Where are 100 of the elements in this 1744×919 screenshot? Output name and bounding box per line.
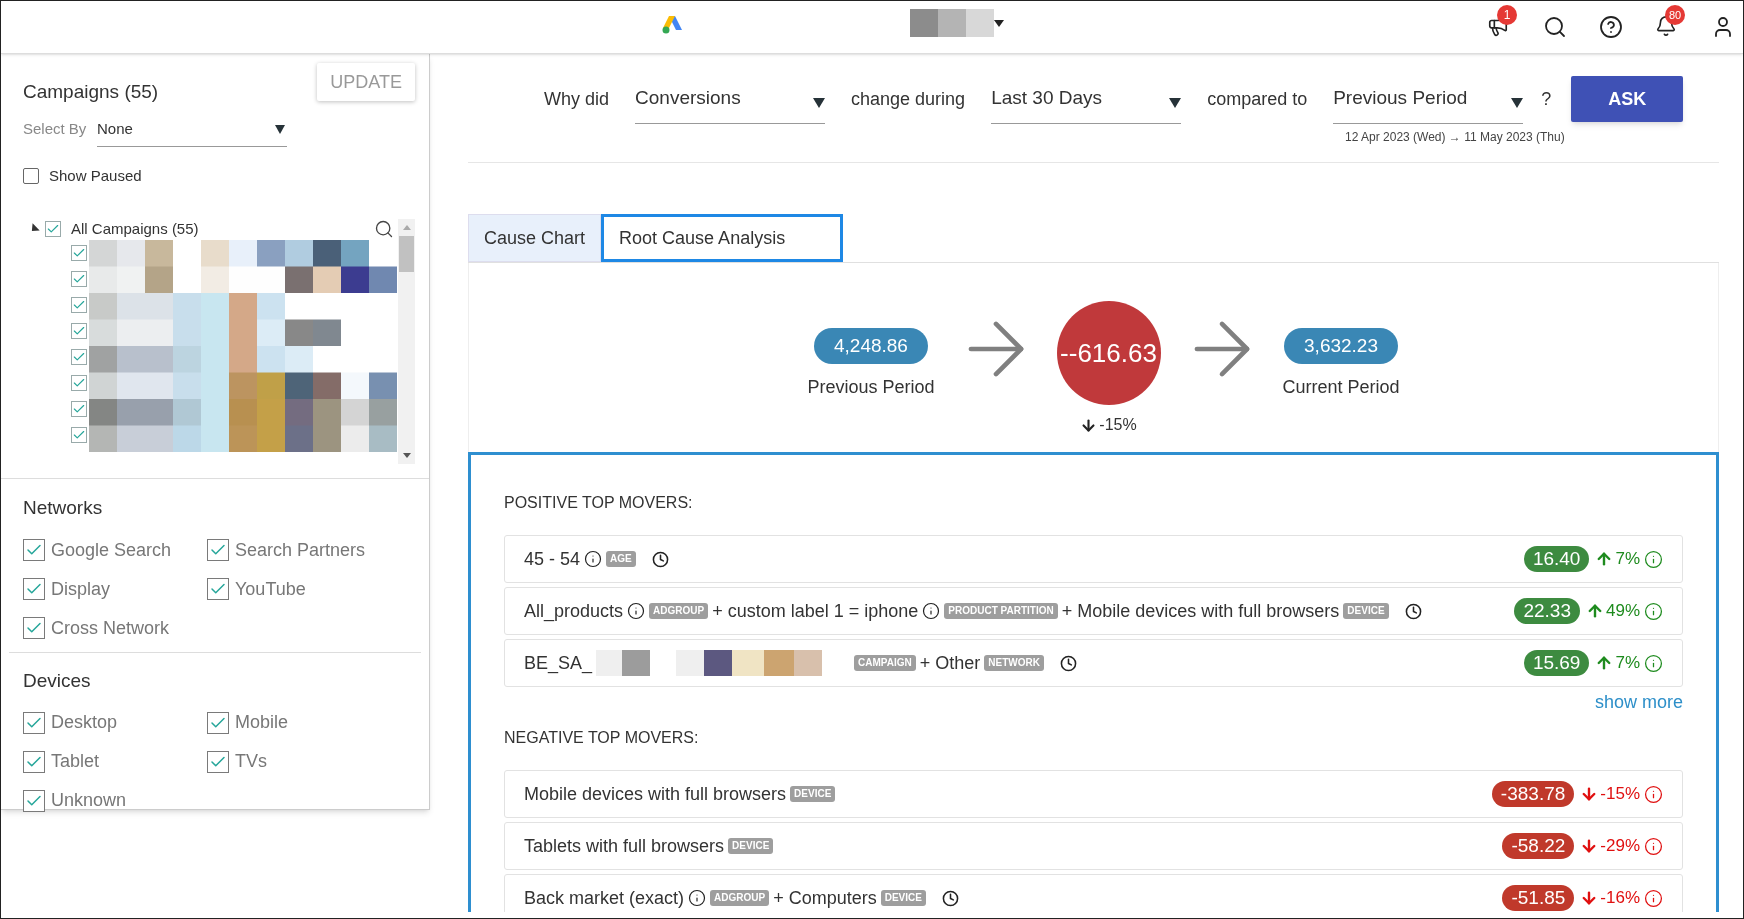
option-label: Search Partners bbox=[235, 538, 366, 562]
checkmark-icon bbox=[72, 376, 86, 390]
logo-icon bbox=[662, 14, 684, 34]
section-title: NEGATIVE TOP MOVERS: bbox=[504, 728, 700, 748]
metric-dropdown[interactable]: Conversions bbox=[635, 74, 826, 124]
checkbox[interactable] bbox=[207, 711, 229, 734]
tree-item[interactable]: All Campaigns (55) bbox=[71, 217, 199, 241]
checkbox[interactable] bbox=[71, 349, 87, 365]
segment-text: + Mobile devices with full browsers bbox=[1061, 599, 1340, 623]
tag: NETWORK bbox=[984, 655, 1044, 671]
checkmark-icon bbox=[72, 272, 86, 286]
checkbox[interactable] bbox=[45, 221, 61, 237]
checkbox[interactable] bbox=[71, 401, 87, 417]
tab[interactable]: Cause Chart bbox=[468, 214, 602, 262]
checkbox[interactable] bbox=[23, 750, 45, 773]
info-icon[interactable] bbox=[627, 602, 646, 620]
query-text: change during bbox=[851, 87, 966, 111]
segment-text: + Other bbox=[919, 651, 981, 675]
select-by-dropdown[interactable]: None bbox=[97, 112, 287, 147]
tag: DEVICE bbox=[1343, 603, 1389, 619]
info-icon[interactable] bbox=[688, 889, 707, 907]
tag: DEVICE bbox=[728, 838, 774, 854]
option-label: Unknown bbox=[51, 789, 127, 812]
percent-change: -15% bbox=[1099, 415, 1137, 435]
period-dropdown[interactable]: Last 30 Days bbox=[991, 74, 1182, 124]
value-pill: -383.78 bbox=[1491, 781, 1575, 807]
checkbox[interactable] bbox=[71, 375, 87, 391]
percent-change: -29% bbox=[1600, 835, 1640, 858]
info-icon[interactable] bbox=[922, 602, 941, 620]
value-pill: -51.85 bbox=[1502, 885, 1575, 911]
checkbox[interactable] bbox=[71, 271, 87, 287]
option-label: Google Search bbox=[51, 538, 172, 562]
option-label: Desktop bbox=[51, 711, 118, 734]
checkbox[interactable] bbox=[207, 539, 229, 561]
checkmark-icon bbox=[72, 246, 86, 260]
value-pill: 15.69 bbox=[1523, 650, 1590, 676]
badge: 1 bbox=[1497, 5, 1517, 25]
tag: ADGROUP bbox=[710, 890, 770, 906]
checkmark-icon bbox=[72, 324, 86, 338]
checkbox[interactable] bbox=[207, 750, 229, 773]
caret-icon bbox=[1511, 97, 1524, 108]
checkmark-icon bbox=[72, 350, 86, 364]
panel-title: Campaigns (55) bbox=[23, 80, 159, 104]
value-pill: 22.33 bbox=[1514, 598, 1580, 624]
scrollbar[interactable] bbox=[398, 219, 415, 464]
segment-text: All_products bbox=[524, 599, 624, 624]
badge: 80 bbox=[1665, 5, 1685, 25]
section-title: POSITIVE TOP MOVERS: bbox=[504, 493, 694, 513]
checkbox[interactable] bbox=[23, 578, 45, 600]
clock-icon[interactable] bbox=[941, 889, 959, 907]
caret-icon[interactable] bbox=[994, 20, 1004, 27]
checkbox[interactable] bbox=[71, 297, 87, 313]
ask-button[interactable]: ASK bbox=[1571, 76, 1684, 122]
checkmark-icon bbox=[46, 222, 60, 236]
search-icon[interactable] bbox=[374, 219, 394, 239]
help-text[interactable]: ? bbox=[1541, 85, 1552, 113]
search-icon[interactable] bbox=[1543, 15, 1567, 39]
field-label: Select By bbox=[23, 119, 88, 140]
checkbox-label: Show Paused bbox=[49, 165, 142, 186]
tag: ADGROUP bbox=[649, 603, 709, 619]
checkbox[interactable] bbox=[71, 323, 87, 339]
percent-change: 49% bbox=[1605, 600, 1640, 623]
checkbox[interactable] bbox=[23, 789, 45, 812]
caret-icon bbox=[275, 124, 285, 134]
option-label: YouTube bbox=[235, 577, 306, 601]
option-label: Cross Network bbox=[51, 616, 170, 640]
current-value-pill: 3,632.23 bbox=[1284, 328, 1398, 364]
value-pill: -58.22 bbox=[1502, 833, 1575, 859]
checkbox[interactable] bbox=[23, 711, 45, 734]
checkbox[interactable] bbox=[71, 245, 87, 261]
tag: PRODUCT PARTITION bbox=[944, 603, 1058, 619]
checkbox[interactable] bbox=[23, 617, 45, 639]
percent-change: -15% bbox=[1600, 783, 1640, 806]
comparison-dropdown[interactable]: Previous Period bbox=[1333, 74, 1524, 124]
clock-icon[interactable] bbox=[1059, 654, 1077, 672]
segment-text: Mobile devices with full browsers bbox=[524, 782, 787, 806]
segment-text: BE_SA_ bbox=[524, 651, 593, 676]
help-icon[interactable] bbox=[1599, 15, 1623, 39]
checkbox[interactable] bbox=[23, 167, 39, 184]
clock-icon[interactable] bbox=[1404, 602, 1422, 620]
date-range: 12 Apr 2023 (Wed) → 11 May 2023 (Thu) bbox=[1345, 129, 1566, 146]
section-title: Devices bbox=[23, 669, 91, 691]
previous-value-pill: 4,248.86 bbox=[813, 328, 928, 364]
node-label: Previous Period bbox=[807, 376, 935, 399]
segment-text: + Computers bbox=[773, 886, 877, 910]
query-text: Why did bbox=[544, 87, 610, 111]
tab[interactable]: Root Cause Analysis bbox=[601, 214, 844, 262]
info-icon[interactable] bbox=[584, 550, 603, 568]
checkbox[interactable] bbox=[23, 539, 45, 561]
show-more-link[interactable]: show more bbox=[1594, 689, 1683, 716]
section-title: Networks bbox=[23, 497, 103, 518]
clock-icon[interactable] bbox=[651, 550, 669, 568]
segment-text: 45 - 54 bbox=[524, 547, 581, 571]
segment-text: + custom label 1 = iphone bbox=[712, 599, 919, 623]
checkbox[interactable] bbox=[207, 578, 229, 600]
option-label: Display bbox=[51, 577, 111, 601]
tag: DEVICE bbox=[790, 786, 836, 802]
tag: DEVICE bbox=[880, 890, 926, 906]
checkbox[interactable] bbox=[71, 427, 87, 443]
percent-change: -16% bbox=[1600, 887, 1640, 910]
